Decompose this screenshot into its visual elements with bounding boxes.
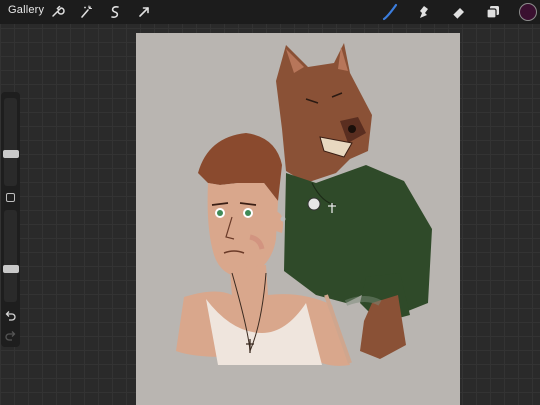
transform-arrow-icon[interactable] <box>135 3 153 21</box>
smudge-icon[interactable] <box>414 3 432 21</box>
modify-button[interactable] <box>6 193 15 202</box>
eraser-icon[interactable] <box>449 3 467 21</box>
selection-icon[interactable] <box>106 3 124 21</box>
brush-size-slider[interactable] <box>3 98 19 186</box>
artwork-illustration <box>176 43 432 366</box>
gallery-button[interactable]: Gallery <box>8 4 44 16</box>
brush-size-handle[interactable] <box>3 150 19 158</box>
color-picker-swatch[interactable] <box>519 3 537 21</box>
brush-icon[interactable] <box>381 3 399 21</box>
redo-icon[interactable] <box>4 329 17 342</box>
layers-icon[interactable] <box>484 3 502 21</box>
opacity-slider[interactable] <box>3 210 19 302</box>
wrench-icon[interactable] <box>48 3 66 21</box>
opacity-handle[interactable] <box>3 264 19 273</box>
side-controls <box>1 92 20 347</box>
top-toolbar: Gallery <box>0 0 540 24</box>
undo-icon[interactable] <box>4 309 17 322</box>
magic-wand-icon[interactable] <box>77 3 95 21</box>
drawing-canvas[interactable] <box>136 33 460 405</box>
